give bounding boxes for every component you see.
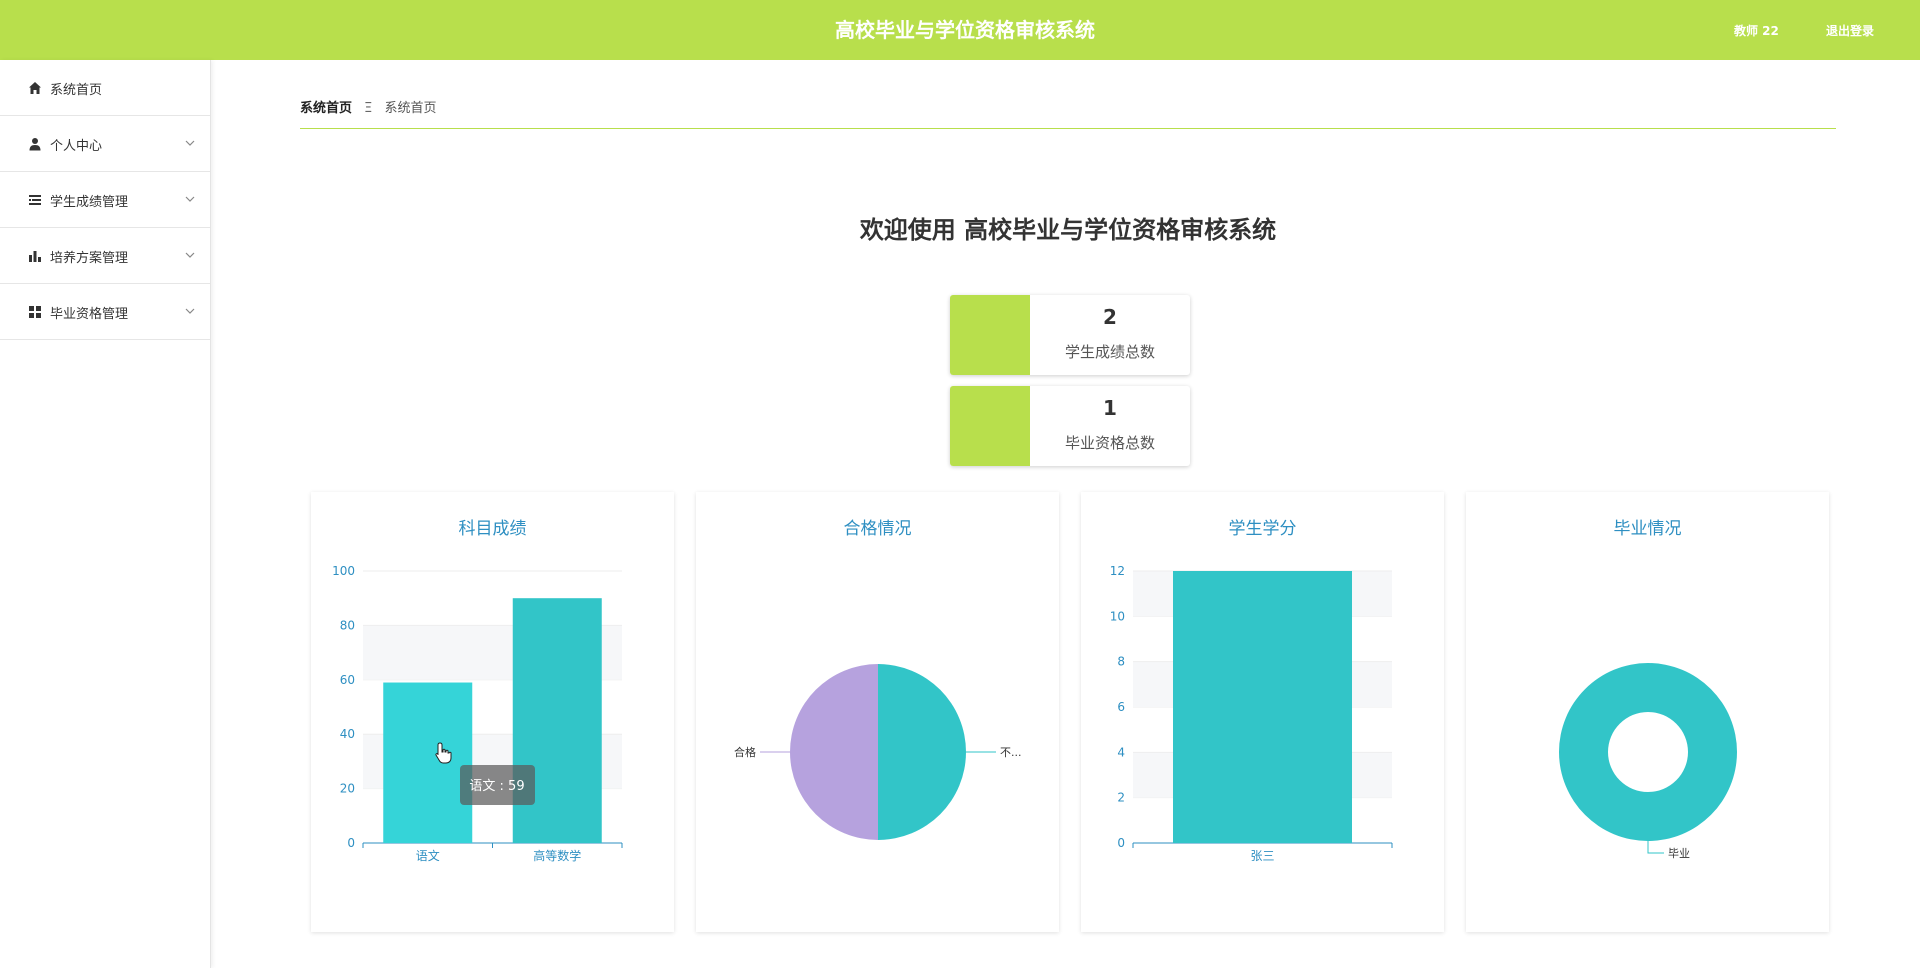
stat-card-qualification-total: 1 毕业资格总数 — [950, 386, 1190, 466]
donut-label-line — [1647, 841, 1664, 854]
y-tick-label: 8 — [1117, 655, 1125, 669]
sidebar-item-label: 个人中心 — [50, 139, 103, 154]
sidebar: 系统首页 个人中心 学生成绩管理 培养方案管理 毕业资格管理 — [0, 60, 211, 968]
pie-slice — [790, 664, 878, 840]
donut-label: 毕业 — [1668, 847, 1690, 860]
sidebar-item-label: 培养方案管理 — [50, 251, 129, 266]
breadcrumb-home[interactable]: 系统首页 — [300, 101, 352, 116]
bar-chart-icon — [29, 251, 41, 262]
pie-label: 不... — [1000, 746, 1022, 759]
stat-swatch — [950, 295, 1030, 375]
stat-swatch — [950, 386, 1030, 466]
subject-scores-chart[interactable]: 0 20 40 60 80 100 语文 高等数学 语文 : 59 — [311, 492, 674, 932]
y-tick-label: 2 — [1117, 791, 1125, 805]
x-tick-label: 高等数学 — [533, 848, 581, 863]
sidebar-item-label: 系统首页 — [50, 83, 103, 98]
bar — [383, 682, 473, 843]
home-icon — [29, 82, 41, 94]
breadcrumb-current: 系统首页 — [384, 101, 437, 116]
stat-value: 1 — [1103, 396, 1117, 420]
stat-label: 学生成绩总数 — [1064, 343, 1155, 361]
list-icon — [29, 195, 41, 205]
breadcrumb-separator: Ξ — [364, 101, 373, 116]
y-tick-label: 0 — [347, 836, 355, 850]
student-credits-chart[interactable]: 0 2 4 6 8 10 12 张三 — [1081, 492, 1444, 932]
chart-card-subject-scores: 科目成绩 0 20 40 60 80 100 语文 高等数学 语文 : 59 — [311, 492, 674, 932]
stat-card-score-total: 2 学生成绩总数 — [950, 295, 1190, 375]
user-icon — [29, 138, 41, 151]
grid-icon — [29, 306, 41, 318]
chart-card-pass-status: 合格情况 合格 不... — [696, 492, 1059, 932]
sidebar-item-label: 毕业资格管理 — [50, 307, 129, 322]
chart-card-student-credits: 学生学分 0 2 4 6 8 10 12 张三 — [1081, 492, 1444, 932]
y-tick-label: 80 — [340, 618, 355, 632]
tooltip-text: 语文 : 59 — [469, 779, 524, 794]
y-tick-label: 6 — [1117, 700, 1125, 714]
sidebar-item-label: 学生成绩管理 — [50, 195, 129, 210]
sidebar-item-home[interactable]: 系统首页 — [0, 60, 210, 116]
bar — [1173, 571, 1352, 843]
pass-status-chart[interactable]: 合格 不... — [696, 492, 1059, 932]
x-tick-label: 张三 — [1250, 849, 1274, 863]
welcome-heading: 欢迎使用 高校毕业与学位资格审核系统 — [859, 216, 1277, 244]
breadcrumb: 系统首页 Ξ 系统首页 — [300, 97, 437, 116]
app-title: 高校毕业与学位资格审核系统 — [835, 18, 1095, 42]
sidebar-item-graduation-qualification[interactable]: 毕业资格管理 — [0, 284, 210, 340]
chevron-down-icon — [185, 252, 195, 258]
donut-slice — [1559, 663, 1737, 841]
stat-value: 2 — [1103, 305, 1117, 329]
chevron-down-icon — [185, 196, 195, 202]
y-tick-label: 60 — [340, 673, 355, 687]
y-tick-label: 100 — [332, 564, 355, 578]
y-tick-label: 0 — [1117, 836, 1125, 850]
breadcrumb-divider — [300, 128, 1836, 129]
graduation-status-chart[interactable]: 毕业 — [1466, 492, 1829, 932]
chevron-down-icon — [185, 308, 195, 314]
y-tick-label: 12 — [1110, 564, 1125, 578]
current-user: 教师 22 — [1734, 24, 1779, 38]
pie-slice — [878, 664, 966, 840]
x-tick-label: 语文 — [416, 848, 440, 863]
sidebar-item-score-management[interactable]: 学生成绩管理 — [0, 172, 210, 228]
y-tick-label: 40 — [340, 727, 355, 741]
sidebar-item-personal-center[interactable]: 个人中心 — [0, 116, 210, 172]
y-tick-label: 20 — [340, 782, 355, 796]
pie-label: 合格 — [734, 745, 756, 759]
y-tick-label: 4 — [1117, 745, 1125, 759]
logout-button[interactable]: 退出登录 — [1826, 22, 1874, 39]
sidebar-item-training-plan[interactable]: 培养方案管理 — [0, 228, 210, 284]
y-tick-label: 10 — [1110, 609, 1125, 623]
stat-label: 毕业资格总数 — [1064, 434, 1155, 452]
chart-card-graduation-status: 毕业情况 毕业 — [1466, 492, 1829, 932]
tooltip: 语文 : 59 — [460, 765, 535, 805]
bar — [512, 598, 602, 843]
chevron-down-icon — [185, 140, 195, 146]
